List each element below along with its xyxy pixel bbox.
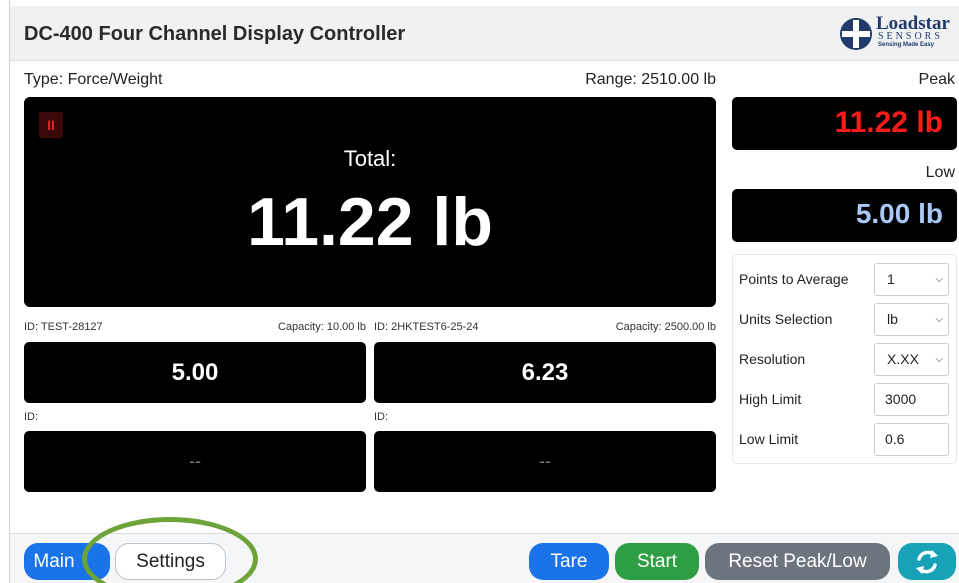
high-limit-label: High Limit	[739, 391, 802, 407]
low-value: 5.00 lb	[855, 198, 943, 229]
logo-sensors: SENSORS	[878, 31, 943, 42]
page-title: DC-400 Four Channel Display Controller	[24, 23, 406, 45]
peak-label: Peak	[918, 71, 955, 88]
units-selection-label: Units Selection	[739, 311, 833, 327]
points-to-average-row: Points to Average 1 ⌵	[733, 261, 956, 301]
resolution-label: Resolution	[739, 351, 806, 367]
settings-panel: Points to Average 1 ⌵ Units Selection lb…	[732, 254, 957, 464]
resolution-row: Resolution X.XX ⌵	[733, 341, 956, 381]
channel-2-capacity: Capacity: 2500.00 lb	[615, 321, 716, 333]
logo-tagline: Sensing Made Easy	[878, 42, 935, 48]
channel-2-value: 6.23	[521, 359, 569, 386]
pause-icon[interactable]: II	[39, 112, 63, 138]
units-selection-row: Units Selection lb ⌵	[733, 301, 956, 341]
high-limit-input[interactable]: 3000	[874, 383, 949, 416]
points-to-average-value: 1	[887, 271, 895, 287]
channel-1-id: ID: TEST-28127	[24, 321, 103, 333]
start-button[interactable]: Start	[615, 543, 699, 580]
channel-2-id: ID: 2HKTEST6-25-24	[374, 321, 479, 333]
low-label: Low	[925, 164, 955, 181]
sensor-type-label: Type: Force/Weight	[24, 71, 163, 88]
channel-4-display: --	[374, 431, 716, 492]
range-label: Range: 2510.00 lb	[585, 71, 716, 88]
channel-4-id: ID:	[374, 411, 389, 423]
units-selection-value: lb	[887, 311, 898, 327]
channel-3-value: --	[189, 451, 201, 471]
low-limit-row: Low Limit 0.6	[733, 421, 956, 461]
logo-mark-icon	[840, 18, 872, 50]
total-value: 11.22 lb	[247, 184, 493, 260]
channel-1-capacity: Capacity: 10.00 lb	[277, 321, 366, 333]
chevron-down-icon: ⌵	[935, 314, 943, 325]
points-to-average-select[interactable]: 1 ⌵	[874, 263, 949, 296]
reset-peak-low-button[interactable]: Reset Peak/Low	[705, 543, 890, 580]
chevron-down-icon: ⌵	[935, 354, 943, 365]
channel-2-display: 6.23	[374, 342, 716, 403]
header-bar: DC-400 Four Channel Display Controller L…	[10, 6, 959, 61]
channel-1-display: 5.00	[24, 342, 366, 403]
peak-display: 11.22 lb	[732, 97, 957, 150]
tare-button[interactable]: Tare	[529, 543, 609, 580]
low-limit-input[interactable]: 0.6	[874, 423, 949, 456]
channel-3-display: --	[24, 431, 366, 492]
refresh-button[interactable]	[898, 543, 956, 580]
peak-value: 11.22 lb	[834, 106, 943, 139]
units-selection-select[interactable]: lb ⌵	[874, 303, 949, 336]
low-limit-label: Low Limit	[739, 431, 799, 447]
total-label: Total:	[343, 146, 397, 171]
chevron-down-icon: ⌵	[935, 274, 943, 285]
resolution-select[interactable]: X.XX ⌵	[874, 343, 949, 376]
loadstar-logo: Loadstar SENSORS Sensing Made Easy	[840, 14, 956, 51]
points-to-average-label: Points to Average	[739, 271, 849, 287]
total-display: II Total: 11.22 lb	[24, 97, 716, 307]
channel-3-id: ID:	[24, 411, 39, 423]
high-limit-row: High Limit 3000	[733, 381, 956, 421]
resolution-value: X.XX	[887, 351, 919, 367]
channel-4-value: --	[539, 451, 551, 471]
channel-1-value: 5.00	[171, 359, 219, 386]
refresh-icon	[916, 550, 938, 574]
low-display: 5.00 lb	[732, 189, 957, 242]
